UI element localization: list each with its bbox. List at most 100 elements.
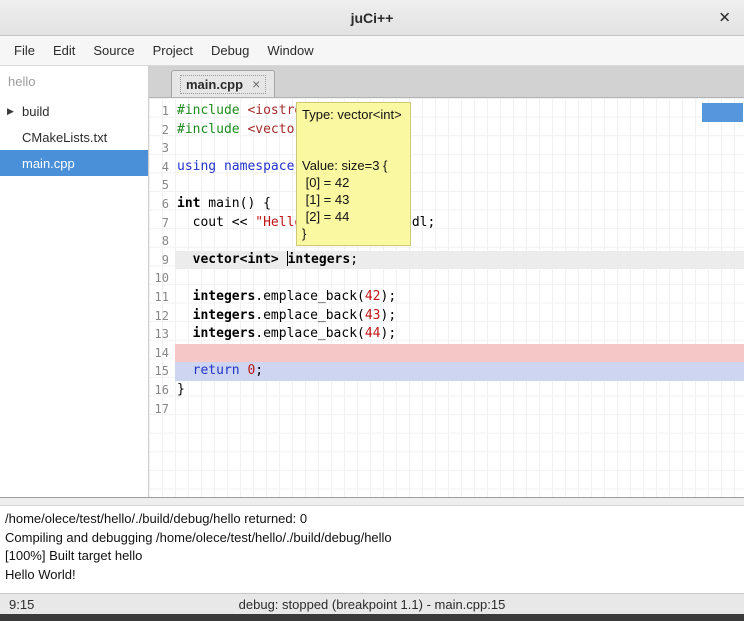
output-line: /home/olece/test/hello/./build/debug/hel… [5, 510, 739, 529]
sidebar-item-main-cpp[interactable]: main.cpp [0, 150, 148, 176]
app-window: juCi++ ✕ FileEditSourceProjectDebugWindo… [0, 0, 744, 621]
line-number[interactable]: 6 [149, 195, 175, 214]
code-area[interactable]: 1#include <iostream>2#include <vector>34… [149, 98, 744, 497]
token [177, 252, 193, 267]
code-line-16[interactable]: 16} [149, 381, 744, 400]
sidebar-item-build[interactable]: ▶build [0, 98, 148, 124]
code-text: using namespace std; [175, 158, 744, 177]
tooltip-line [302, 140, 405, 157]
line-number[interactable]: 13 [149, 325, 175, 344]
code-line-4[interactable]: 4using namespace std; [149, 158, 744, 177]
tab-label: main.cpp [186, 77, 243, 92]
output-line: Hello World! [5, 566, 739, 585]
tooltip-line: } [302, 225, 405, 242]
menu-item-file[interactable]: File [5, 38, 44, 63]
code-line-10[interactable]: 10 [149, 269, 744, 288]
scrollbar-thumb[interactable] [702, 103, 743, 122]
code-text: vector<int> integers; [175, 251, 744, 270]
tree-item-label: main.cpp [22, 156, 75, 171]
code-line-14[interactable]: 14 [149, 344, 744, 363]
code-text [175, 344, 744, 363]
line-number[interactable]: 9 [149, 251, 175, 270]
token: #include [177, 103, 240, 118]
line-number[interactable]: 11 [149, 288, 175, 307]
expander-icon[interactable]: ▶ [7, 106, 22, 117]
menu-item-window[interactable]: Window [258, 38, 322, 63]
file-tree: ▶build CMakeLists.txt main.cpp [0, 98, 148, 176]
token: ); [381, 289, 397, 304]
title-bar[interactable]: juCi++ ✕ [0, 0, 744, 36]
token: ; [255, 363, 263, 378]
menu-item-debug[interactable]: Debug [202, 38, 258, 63]
code-line-17[interactable]: 17 [149, 400, 744, 419]
tab-close-icon[interactable]: × [252, 77, 260, 91]
code-line-9[interactable]: 9 vector<int> integers; [149, 251, 744, 270]
code-line-12[interactable]: 12 integers.emplace_back(43); [149, 307, 744, 326]
token: integers [193, 326, 256, 341]
line-number[interactable]: 14 [149, 344, 175, 363]
token: ); [381, 308, 397, 323]
token: int [177, 196, 200, 211]
token: .emplace_back( [255, 326, 365, 341]
menu-item-edit[interactable]: Edit [44, 38, 84, 63]
token: using namespace [177, 159, 294, 174]
line-number[interactable]: 17 [149, 400, 175, 419]
code-line-8[interactable]: 8 [149, 232, 744, 251]
line-number[interactable]: 2 [149, 121, 175, 140]
token: integers [193, 308, 256, 323]
tab-main-cpp[interactable]: main.cpp × [171, 70, 275, 97]
code-line-6[interactable]: 6int main() { [149, 195, 744, 214]
code-line-1[interactable]: 1#include <iostream> [149, 102, 744, 121]
token: 44 [365, 326, 381, 341]
menu-item-source[interactable]: Source [84, 38, 143, 63]
code-text [175, 400, 744, 419]
tab-bar: main.cpp × [149, 66, 744, 98]
code-line-3[interactable]: 3 [149, 139, 744, 158]
output-panel[interactable]: /home/olece/test/hello/./build/debug/hel… [0, 506, 744, 593]
token: cout << [177, 215, 255, 230]
output-line: [100%] Built target hello [5, 547, 739, 566]
line-number[interactable]: 10 [149, 269, 175, 288]
line-number[interactable]: 5 [149, 176, 175, 195]
code-text [175, 232, 744, 251]
code-text: integers.emplace_back(42); [175, 288, 744, 307]
line-number[interactable]: 7 [149, 214, 175, 233]
code-line-5[interactable]: 5 [149, 176, 744, 195]
code-text: integers.emplace_back(43); [175, 307, 744, 326]
debug-status: debug: stopped (breakpoint 1.1) - main.c… [0, 597, 744, 612]
line-number[interactable]: 4 [149, 158, 175, 177]
token: return [193, 363, 240, 378]
main-area: hello ▶buildCMakeLists.txtmain.cpp main.… [0, 66, 744, 497]
tree-item-label: build [22, 104, 49, 119]
line-number[interactable]: 15 [149, 362, 175, 381]
line-number[interactable]: 3 [149, 139, 175, 158]
code-text: int main() { [175, 195, 744, 214]
token: ); [381, 326, 397, 341]
status-bar: debug: stopped (breakpoint 1.1) - main.c… [0, 593, 744, 614]
tree-item-label: CMakeLists.txt [22, 130, 107, 145]
tooltip-line: [1] = 43 [302, 191, 405, 208]
code-text [175, 269, 744, 288]
bottom-edge [0, 614, 744, 621]
code-text: #include <vector> [175, 121, 744, 140]
code-text [175, 176, 744, 195]
code-line-7[interactable]: 7 cout << "Hello World!" << endl; [149, 214, 744, 233]
close-icon[interactable]: ✕ [718, 10, 731, 25]
token [177, 308, 193, 323]
line-number[interactable]: 12 [149, 307, 175, 326]
code-line-13[interactable]: 13 integers.emplace_back(44); [149, 325, 744, 344]
code-line-11[interactable]: 11 integers.emplace_back(42); [149, 288, 744, 307]
menu-item-project[interactable]: Project [144, 38, 202, 63]
token: main() { [200, 196, 270, 211]
line-number[interactable]: 8 [149, 232, 175, 251]
tooltip-line: [2] = 44 [302, 208, 405, 225]
code-line-15[interactable]: 15 return 0; [149, 362, 744, 381]
line-number[interactable]: 16 [149, 381, 175, 400]
window-title: juCi++ [351, 10, 394, 26]
token [177, 289, 193, 304]
pane-splitter[interactable] [0, 497, 744, 506]
line-number[interactable]: 1 [149, 102, 175, 121]
sidebar-item-cmakelists-txt[interactable]: CMakeLists.txt [0, 124, 148, 150]
code-line-2[interactable]: 2#include <vector> [149, 121, 744, 140]
token: integers [288, 252, 351, 267]
